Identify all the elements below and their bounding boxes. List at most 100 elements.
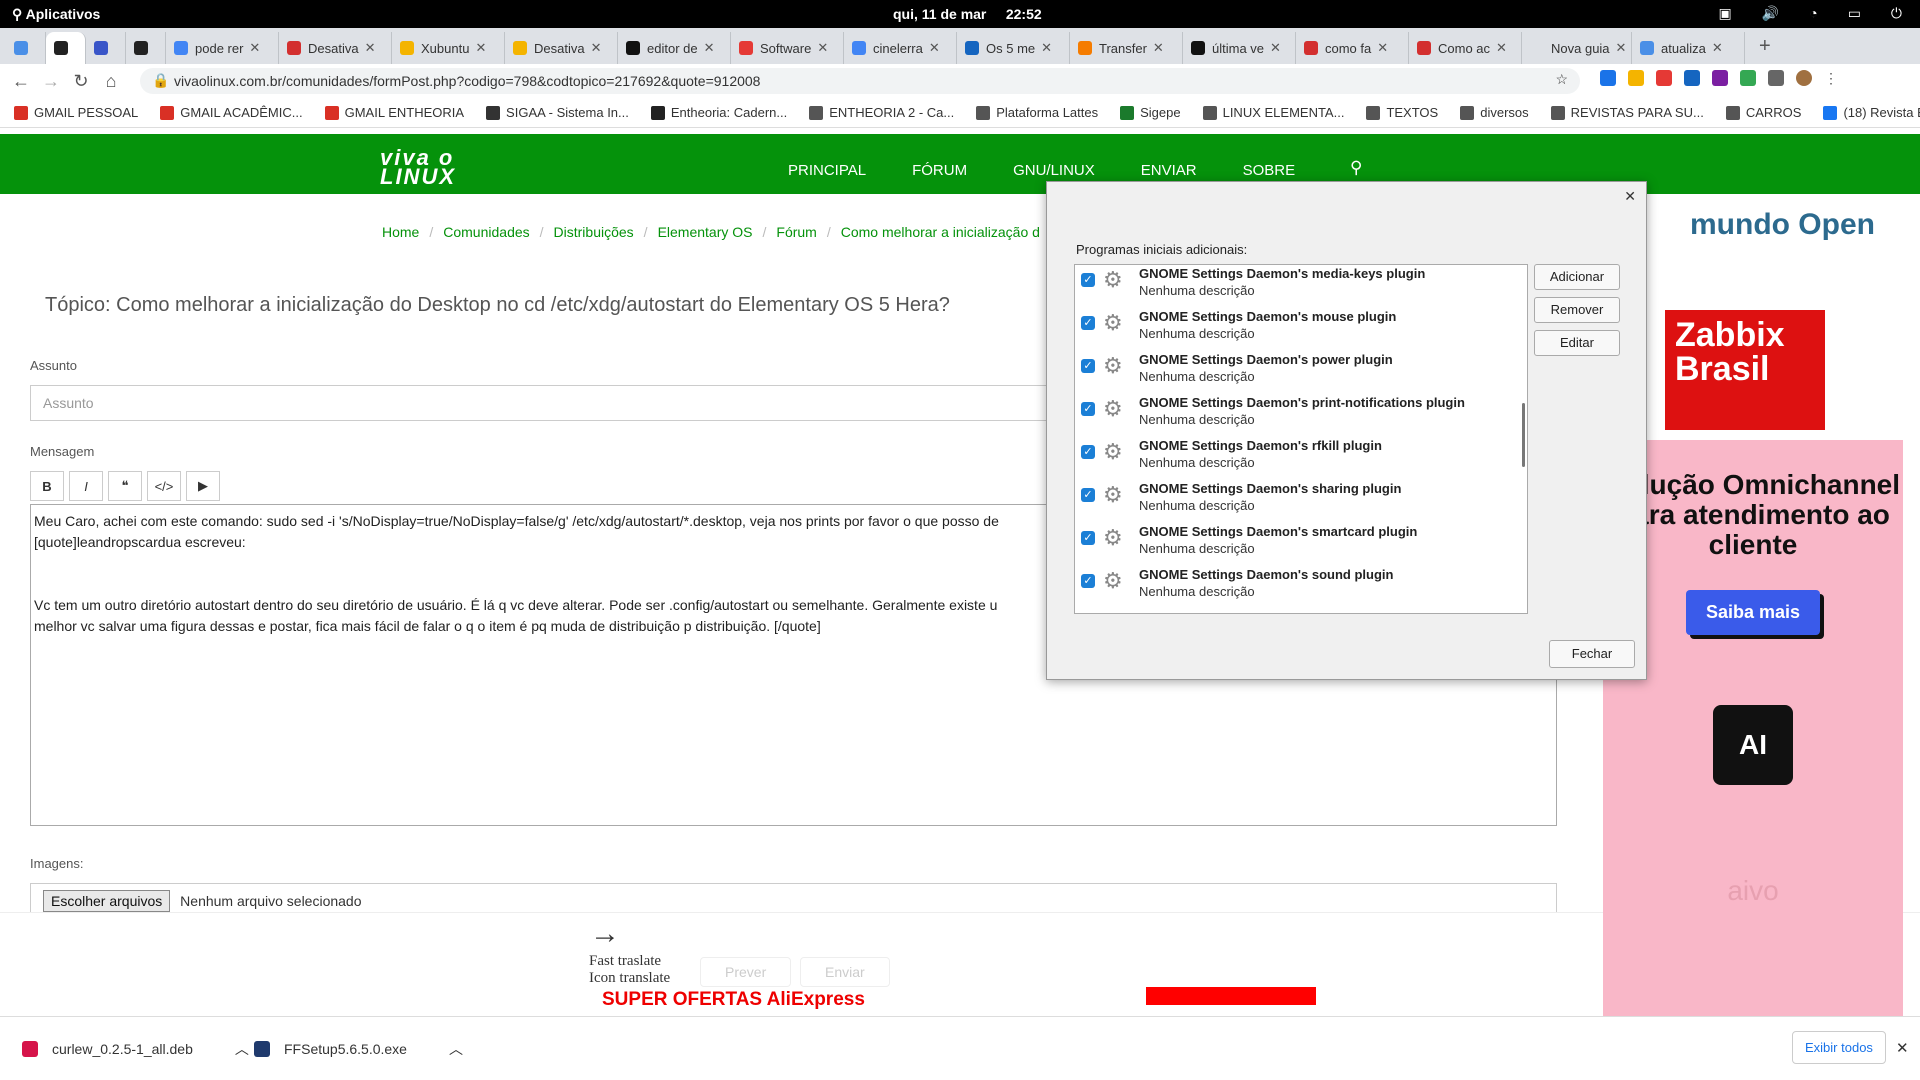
site-menu-item[interactable]: ENVIAR [1141, 162, 1197, 179]
close-button[interactable]: Fechar [1549, 640, 1635, 668]
breadcrumb-link[interactable]: Comunidades [443, 224, 529, 240]
bookmark-item[interactable]: diversos [1460, 105, 1529, 120]
choose-files-button[interactable]: Escolher arquivos [43, 890, 171, 912]
address-bar[interactable]: 🔒 vivaolinux.com.br/comunidades/formPost… [140, 68, 1580, 94]
browser-tab[interactable]: cinelerra ✕ [844, 32, 957, 64]
extension-icon[interactable] [1712, 70, 1728, 86]
browser-tab[interactable]: Software ✕ [731, 32, 844, 64]
browser-tab[interactable]: atualiza ✕ [1632, 32, 1745, 64]
bookmark-item[interactable]: Sigepe [1120, 105, 1181, 120]
tab-close-icon[interactable]: ✕ [704, 40, 715, 56]
mundo-open-ad[interactable]: mundo Open [1690, 208, 1875, 242]
bookmark-star-icon[interactable]: ☆ [1555, 71, 1568, 88]
reload-icon[interactable]: ↻ [66, 71, 96, 92]
browser-tab[interactable] [6, 32, 46, 64]
avatar[interactable] [1796, 70, 1812, 86]
tab-close-icon[interactable]: ✕ [929, 40, 940, 56]
icon-translate-link[interactable]: Icon translate [589, 970, 670, 987]
browser-tab[interactable]: pode rer ✕ [166, 32, 279, 64]
bookmark-item[interactable]: (18) Revista Enthe... [1823, 105, 1920, 120]
quote-button[interactable]: ❝ [108, 471, 142, 501]
system-clock[interactable]: qui, 11 de mar 22:52 [893, 6, 1042, 22]
code-button[interactable]: </> [147, 471, 181, 501]
bookmark-item[interactable]: Entheoria: Cadern... [650, 105, 787, 120]
browser-tab[interactable] [86, 32, 126, 64]
tab-close-icon[interactable]: ✕ [591, 40, 602, 56]
fast-translate-link[interactable]: Fast traslate [589, 953, 670, 970]
extension-icon[interactable] [1656, 70, 1672, 86]
extension-icon[interactable] [1628, 70, 1644, 86]
browser-tab[interactable]: Como ac ✕ [1409, 32, 1522, 64]
enabled-checkbox[interactable]: ✓ [1081, 531, 1095, 545]
battery-icon[interactable]: ▭ [1848, 5, 1861, 22]
browser-tab[interactable] [126, 32, 166, 64]
forward-icon[interactable]: → [36, 71, 66, 92]
italic-button[interactable]: I [69, 471, 103, 501]
extension-icon[interactable] [1740, 70, 1756, 86]
bookmark-item[interactable]: GMAIL ACADÊMIC... [160, 105, 303, 120]
close-icon[interactable]: ✕ [1624, 188, 1636, 205]
list-item[interactable]: ✓ ⚙ GNOME Settings Daemon's sound plugin Ne… [1075, 566, 1527, 609]
list-item[interactable]: ✓ ⚙ GNOME Settings Daemon's power plugin Ne… [1075, 351, 1527, 394]
show-all-button[interactable]: Exibir todos [1792, 1031, 1886, 1064]
download-item[interactable]: FFSetup5.6.5.0.exe ︿ [254, 1039, 463, 1059]
volume-icon[interactable]: 🔊 [1762, 5, 1779, 22]
breadcrumb-link[interactable]: Elementary OS [658, 224, 753, 240]
breadcrumb-link[interactable]: Distribuições [554, 224, 634, 240]
puzzle-icon[interactable] [1768, 70, 1784, 86]
bookmark-item[interactable]: REVISTAS PARA SU... [1550, 105, 1704, 120]
browser-tab[interactable]: Os 5 me ✕ [957, 32, 1070, 64]
browser-tab[interactable]: Desativa ✕ [279, 32, 392, 64]
breadcrumb-link[interactable]: Home [382, 224, 419, 240]
browser-tab[interactable]: editor de ✕ [618, 32, 731, 64]
chevron-up-icon[interactable]: ︿ [235, 1039, 249, 1059]
bookmark-item[interactable]: LINUX ELEMENTA... [1202, 105, 1344, 120]
tab-close-icon[interactable]: ✕ [1496, 40, 1507, 56]
breadcrumb-link[interactable]: Fórum [776, 224, 816, 240]
red-ad-banner[interactable] [1146, 987, 1316, 1005]
startup-programs-list[interactable]: ✓ ⚙ GNOME Settings Daemon's media-keys plu… [1074, 264, 1528, 614]
tab-close-icon[interactable]: ✕ [817, 40, 828, 56]
tab-close-icon[interactable]: ✕ [1041, 40, 1052, 56]
home-icon[interactable]: ⌂ [96, 71, 126, 92]
tab-close-icon[interactable]: ✕ [1712, 40, 1723, 56]
browser-tab[interactable]: Xubuntu ✕ [392, 32, 505, 64]
enabled-checkbox[interactable]: ✓ [1081, 273, 1095, 287]
breadcrumb-link[interactable]: Como melhorar a inicialização d [841, 224, 1040, 240]
site-menu-item[interactable]: SOBRE [1243, 162, 1296, 179]
send-button[interactable]: Enviar [800, 957, 890, 987]
download-item[interactable]: curlew_0.2.5-1_all.deb ︿ [22, 1039, 249, 1059]
browser-tab[interactable]: Nova guia ✕ [1522, 32, 1632, 64]
video-button[interactable]: ▶ [186, 471, 220, 501]
bookmark-item[interactable]: GMAIL ENTHEORIA [324, 105, 464, 120]
bookmark-item[interactable]: CARROS [1725, 105, 1801, 120]
list-scrollbar[interactable] [1522, 403, 1525, 467]
tab-close-icon[interactable]: ✕ [1616, 40, 1627, 56]
preview-button[interactable]: Prever [700, 957, 792, 987]
list-item[interactable]: ✓ ⚙ GNOME Settings Daemon's print-notifica… [1075, 394, 1527, 437]
bookmark-item[interactable]: TEXTOS [1366, 105, 1438, 120]
tab-close-icon[interactable]: ✕ [1377, 40, 1388, 56]
site-menu-item[interactable]: PRINCIPAL [788, 162, 866, 179]
remove-button[interactable]: Remover [1534, 297, 1620, 323]
browser-tab[interactable] [46, 32, 86, 64]
wifi-icon[interactable]: ◔ [1809, 5, 1817, 22]
edit-button[interactable]: Editar [1534, 330, 1620, 356]
back-icon[interactable]: ← [6, 71, 36, 92]
tab-close-icon[interactable]: ✕ [365, 40, 376, 56]
list-item[interactable]: ✓ ⚙ GNOME Settings Daemon's rfkill plugin N… [1075, 437, 1527, 480]
power-icon[interactable]: ⏻ [1891, 5, 1902, 22]
enabled-checkbox[interactable]: ✓ [1081, 359, 1095, 373]
site-logo[interactable]: viva o LINUX [380, 147, 456, 188]
system-tray[interactable]: ▣ 🔊 ◔ ▭ ⏻ [1719, 5, 1902, 22]
zabbix-ad[interactable]: Zabbix Brasil [1665, 310, 1825, 430]
menu-icon[interactable]: ⋮ [1824, 70, 1840, 86]
bookmark-item[interactable]: Plataforma Lattes [976, 105, 1098, 120]
extension-icon[interactable] [1684, 70, 1700, 86]
bookmark-item[interactable]: ENTHEORIA 2 - Ca... [809, 105, 954, 120]
list-item[interactable]: ✓ ⚙ GNOME Settings Daemon's media-keys plu… [1075, 265, 1527, 308]
enabled-checkbox[interactable]: ✓ [1081, 316, 1095, 330]
browser-tab[interactable]: Desativa ✕ [505, 32, 618, 64]
workspace-icon[interactable]: ▣ [1719, 5, 1732, 22]
saiba-mais-button[interactable]: Saiba mais [1685, 590, 1821, 635]
